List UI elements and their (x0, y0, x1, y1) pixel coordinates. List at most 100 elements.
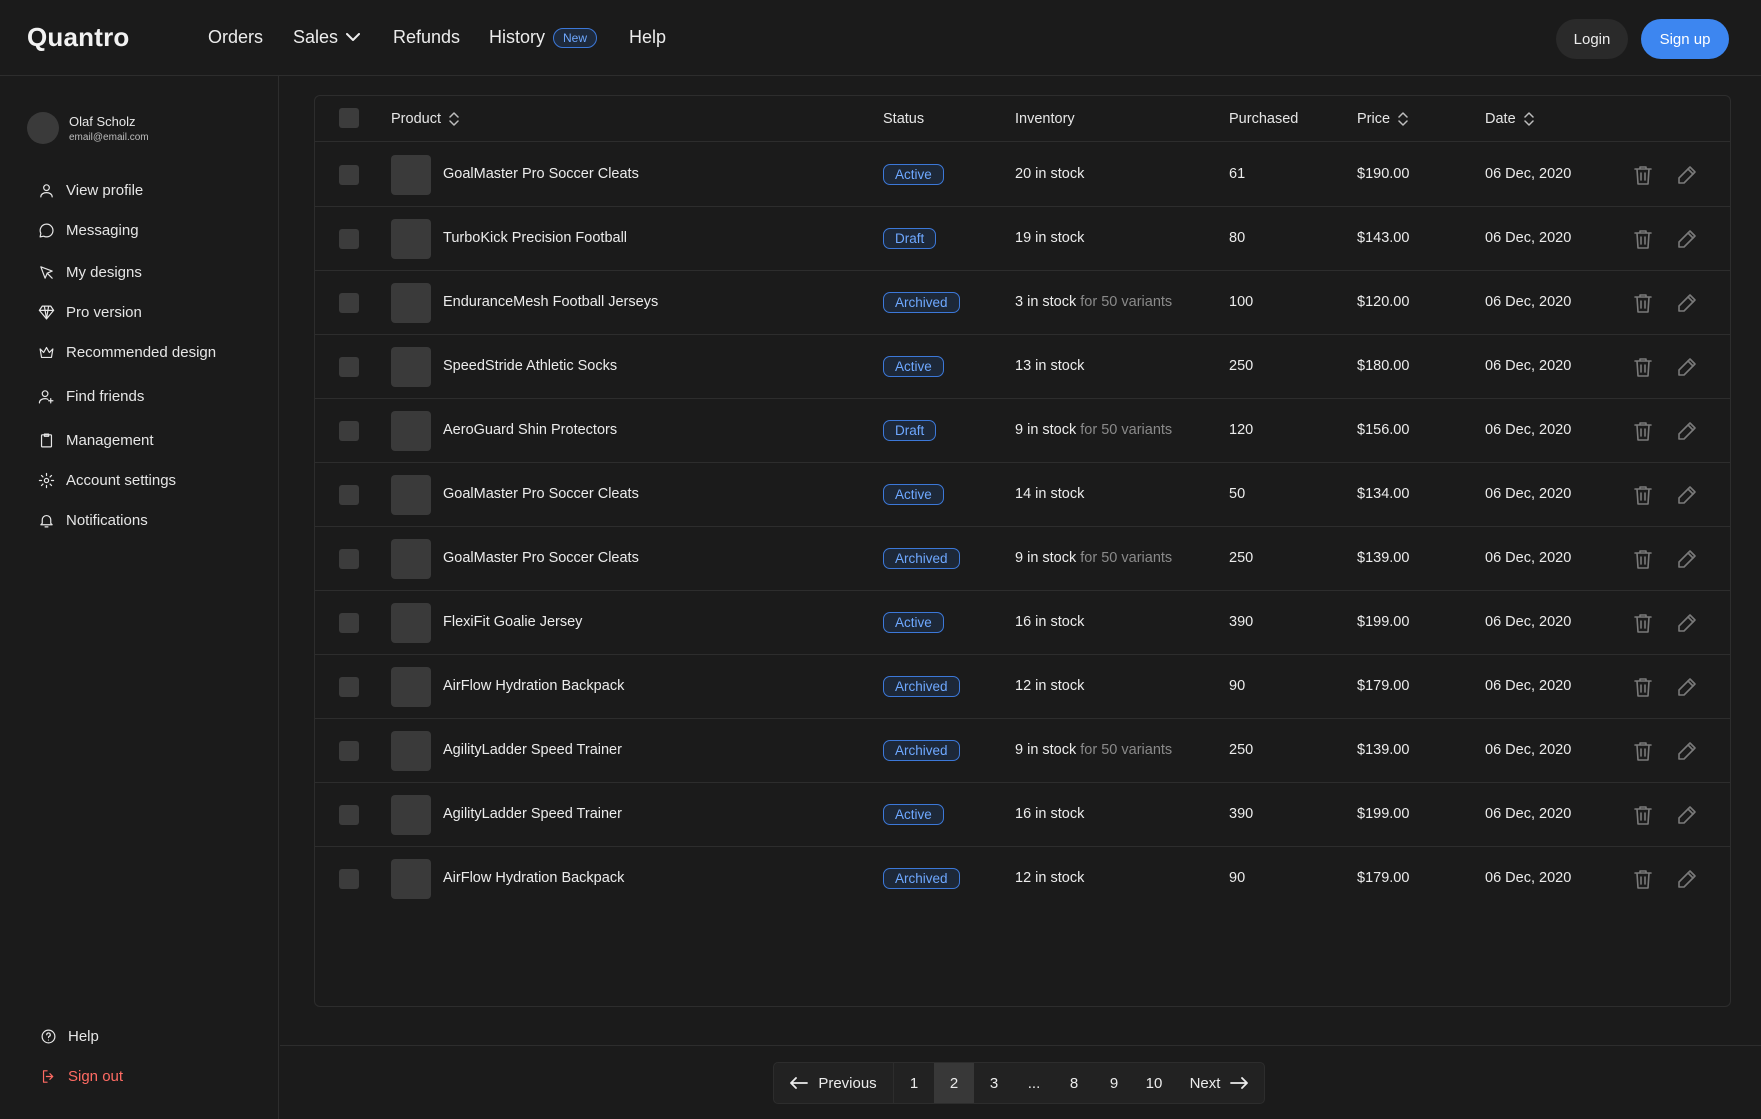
page-button[interactable]: 1 (894, 1063, 934, 1103)
product-name[interactable]: FlexiFit Goalie Jersey (443, 614, 582, 630)
row-checkbox[interactable] (339, 549, 359, 569)
status-badge[interactable]: Archived (883, 548, 960, 569)
trash-icon[interactable] (1631, 291, 1655, 315)
page-button[interactable]: 8 (1054, 1063, 1094, 1103)
trash-icon[interactable] (1631, 355, 1655, 379)
login-button[interactable]: Login (1556, 19, 1628, 59)
edit-icon[interactable] (1675, 803, 1699, 827)
edit-icon[interactable] (1675, 291, 1699, 315)
edit-icon[interactable] (1675, 547, 1699, 571)
status-badge[interactable]: Active (883, 164, 944, 185)
product-name[interactable]: EnduranceMesh Football Jerseys (443, 294, 658, 310)
user-card[interactable]: Olaf Scholz email@email.com (27, 112, 149, 144)
inventory-stock: 3 in stock (1015, 294, 1077, 310)
inventory-cell: 19 in stock (1015, 230, 1084, 246)
status-badge[interactable]: Draft (883, 228, 937, 249)
page-button[interactable]: 9 (1094, 1063, 1134, 1103)
edit-icon[interactable] (1675, 419, 1699, 443)
sidebar-item-recommended-design[interactable]: Recommended design (38, 344, 216, 361)
signup-button[interactable]: Sign up (1641, 19, 1729, 59)
row-checkbox[interactable] (339, 229, 359, 249)
edit-icon[interactable] (1675, 483, 1699, 507)
edit-icon[interactable] (1675, 611, 1699, 635)
nav-orders[interactable]: Orders (208, 27, 263, 48)
sidebar-item-find-friends[interactable]: Find friends (38, 388, 144, 405)
page-button-current[interactable]: 2 (934, 1063, 974, 1103)
sidebar-item-my-designs[interactable]: My designs (38, 264, 142, 281)
page-button[interactable]: 3 (974, 1063, 1014, 1103)
trash-icon[interactable] (1631, 867, 1655, 891)
status-badge[interactable]: Active (883, 804, 944, 825)
status-badge[interactable]: Archived (883, 740, 960, 761)
product-name[interactable]: GoalMaster Pro Soccer Cleats (443, 550, 639, 566)
next-page-button[interactable]: Next (1174, 1063, 1264, 1103)
select-all-checkbox[interactable] (339, 108, 359, 128)
status-badge[interactable]: Draft (883, 420, 937, 441)
row-checkbox[interactable] (339, 613, 359, 633)
trash-icon[interactable] (1631, 547, 1655, 571)
product-name[interactable]: AgilityLadder Speed Trainer (443, 742, 622, 758)
trash-icon[interactable] (1631, 739, 1655, 763)
price-cell: $139.00 (1357, 550, 1410, 566)
header-product[interactable]: Product (391, 111, 459, 127)
row-checkbox[interactable] (339, 357, 359, 377)
sidebar-help[interactable]: Help (40, 1028, 99, 1045)
nav-help[interactable]: Help (629, 27, 666, 48)
sidebar-item-notifications[interactable]: Notifications (38, 512, 148, 529)
row-checkbox[interactable] (339, 805, 359, 825)
status-badge[interactable]: Active (883, 612, 944, 633)
status-badge[interactable]: Active (883, 484, 944, 505)
row-checkbox[interactable] (339, 485, 359, 505)
sidebar-item-messaging[interactable]: Messaging (38, 222, 139, 239)
user-email: email@email.com (69, 131, 149, 143)
page-button[interactable]: 10 (1134, 1063, 1174, 1103)
row-checkbox[interactable] (339, 421, 359, 441)
header-date[interactable]: Date (1485, 111, 1534, 127)
table-row: AirFlow Hydration Backpack Archived 12 i… (315, 847, 1730, 911)
sidebar-item-view-profile[interactable]: View profile (38, 182, 143, 199)
status-badge[interactable]: Archived (883, 292, 960, 313)
sidebar-item-account-settings[interactable]: Account settings (38, 472, 176, 489)
edit-icon[interactable] (1675, 227, 1699, 251)
row-checkbox[interactable] (339, 293, 359, 313)
row-checkbox[interactable] (339, 165, 359, 185)
edit-icon[interactable] (1675, 355, 1699, 379)
trash-icon[interactable] (1631, 227, 1655, 251)
edit-icon[interactable] (1675, 739, 1699, 763)
date-cell: 06 Dec, 2020 (1485, 166, 1572, 182)
sidebar-item-pro-version[interactable]: Pro version (38, 304, 142, 321)
header-price-label: Price (1357, 111, 1391, 127)
nav-sales[interactable]: Sales (293, 27, 361, 48)
trash-icon[interactable] (1631, 419, 1655, 443)
product-name[interactable]: TurboKick Precision Football (443, 230, 627, 246)
brand-logo[interactable]: Quantro (27, 22, 130, 53)
edit-icon[interactable] (1675, 163, 1699, 187)
row-checkbox[interactable] (339, 869, 359, 889)
trash-icon[interactable] (1631, 675, 1655, 699)
trash-icon[interactable] (1631, 611, 1655, 635)
edit-icon[interactable] (1675, 675, 1699, 699)
sidebar-item-management[interactable]: Management (38, 432, 154, 449)
trash-icon[interactable] (1631, 163, 1655, 187)
product-name[interactable]: GoalMaster Pro Soccer Cleats (443, 486, 639, 502)
product-name[interactable]: AirFlow Hydration Backpack (443, 870, 624, 886)
product-name[interactable]: SpeedStride Athletic Socks (443, 358, 617, 374)
trash-icon[interactable] (1631, 483, 1655, 507)
nav-refunds[interactable]: Refunds (393, 27, 460, 48)
product-name[interactable]: AgilityLadder Speed Trainer (443, 806, 622, 822)
header-price[interactable]: Price (1357, 111, 1408, 127)
trash-icon[interactable] (1631, 803, 1655, 827)
product-name[interactable]: AirFlow Hydration Backpack (443, 678, 624, 694)
date-cell: 06 Dec, 2020 (1485, 358, 1572, 374)
row-checkbox[interactable] (339, 677, 359, 697)
status-badge[interactable]: Archived (883, 676, 960, 697)
nav-history[interactable]: History New (489, 27, 598, 48)
product-name[interactable]: GoalMaster Pro Soccer Cleats (443, 166, 639, 182)
previous-page-button[interactable]: Previous (774, 1063, 894, 1103)
sign-out-button[interactable]: Sign out (40, 1068, 123, 1085)
edit-icon[interactable] (1675, 867, 1699, 891)
status-badge[interactable]: Archived (883, 868, 960, 889)
row-checkbox[interactable] (339, 741, 359, 761)
product-name[interactable]: AeroGuard Shin Protectors (443, 422, 617, 438)
status-badge[interactable]: Active (883, 356, 944, 377)
